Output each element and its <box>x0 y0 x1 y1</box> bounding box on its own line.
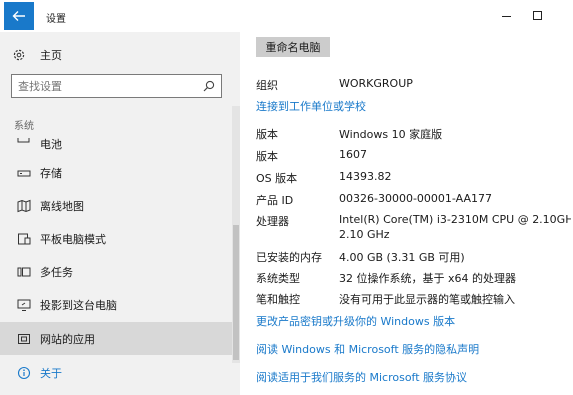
search-icon[interactable] <box>203 80 215 92</box>
sidebar-item-label: 电池 <box>40 138 62 150</box>
search-input[interactable] <box>18 78 193 94</box>
spec-value: 4.00 GB (3.31 GB 可用) <box>339 251 465 264</box>
spec-value: 没有可用于此显示器的笔或触控输入 <box>339 293 515 306</box>
spec-value: 32 位操作系统，基于 x64 的处理器 <box>339 272 516 285</box>
battery-icon <box>17 138 31 146</box>
arrow-left-icon <box>12 11 25 21</box>
maximize-button[interactable] <box>531 9 545 23</box>
services-agreement-link[interactable]: 阅读适用于我们服务的 Microsoft 服务协议 <box>256 369 467 385</box>
spec-value: 1607 <box>339 148 367 161</box>
sidebar-item-label: 网站的应用 <box>40 333 95 346</box>
info-icon <box>17 366 31 380</box>
sidebar-item-about[interactable]: 关于 <box>0 356 232 389</box>
maximize-icon <box>533 11 542 20</box>
storage-icon <box>17 166 31 180</box>
project-icon <box>17 298 31 312</box>
sidebar-item-label: 平板电脑模式 <box>40 233 106 246</box>
spec-label: 版本 <box>256 128 278 141</box>
section-label-system: 系统 <box>14 121 34 132</box>
sidebar-item-project-to-pc[interactable]: 投影到这台电脑 <box>0 288 232 321</box>
privacy-statement-link[interactable]: 阅读 Windows 和 Microsoft 服务的隐私声明 <box>256 341 479 357</box>
scrollbar-thumb[interactable] <box>233 225 239 360</box>
sidebar-item-storage[interactable]: 存储 <box>0 156 232 189</box>
connect-work-link[interactable]: 连接到工作单位或学校 <box>256 98 366 114</box>
spec-label: 系统类型 <box>256 272 300 285</box>
gear-icon <box>13 49 25 61</box>
spec-label: 产品 ID <box>256 194 294 207</box>
change-product-key-link[interactable]: 更改产品密钥或升级你的 Windows 版本 <box>256 313 455 329</box>
tablet-icon <box>17 232 31 246</box>
sidebar-item-label: 多任务 <box>40 266 73 279</box>
sidebar-item-label: 关于 <box>40 367 62 380</box>
title-bar: 设置 <box>0 0 573 32</box>
map-icon <box>17 199 31 213</box>
web-app-icon <box>17 332 31 346</box>
search-box[interactable] <box>11 74 222 98</box>
minimize-icon <box>502 16 511 17</box>
spec-value: Windows 10 家庭版 <box>339 128 443 141</box>
sidebar-item-apps-for-websites[interactable]: 网站的应用 <box>0 322 232 355</box>
sidebar-item-battery[interactable]: 电池 <box>0 138 232 150</box>
org-value: WORKGROUP <box>339 77 413 90</box>
sidebar-item-tablet-mode[interactable]: 平板电脑模式 <box>0 222 232 255</box>
sidebar: 主页 系统 电池 存储 离线地图 <box>0 32 240 395</box>
multitask-icon <box>17 265 31 279</box>
spec-label: 处理器 <box>256 215 289 228</box>
back-button[interactable] <box>4 2 34 30</box>
org-label: 组织 <box>256 79 278 92</box>
spec-value-line2: 2.10 GHz <box>339 228 390 241</box>
spec-label: 版本 <box>256 150 278 163</box>
spec-label: 笔和触控 <box>256 293 300 306</box>
spec-label: 已安装的内存 <box>256 251 322 264</box>
minimize-button[interactable] <box>500 9 514 23</box>
sidebar-item-label: 投影到这台电脑 <box>40 299 117 312</box>
sidebar-item-label: 离线地图 <box>40 200 84 213</box>
spec-value: 14393.82 <box>339 170 392 183</box>
sidebar-home-label: 主页 <box>40 49 62 62</box>
sidebar-item-multitasking[interactable]: 多任务 <box>0 255 232 288</box>
window-title: 设置 <box>46 14 66 25</box>
sidebar-home[interactable]: 主页 <box>12 46 62 64</box>
sidebar-item-label: 存储 <box>40 167 62 180</box>
spec-label: OS 版本 <box>256 172 298 185</box>
rename-pc-button[interactable]: 重命名电脑 <box>256 37 330 57</box>
spec-value: 00326-30000-00001-AA177 <box>339 192 492 205</box>
spec-value: Intel(R) Core(TM) i3-2310M CPU @ 2.10GH <box>339 213 571 226</box>
sidebar-item-offline-maps[interactable]: 离线地图 <box>0 189 232 222</box>
